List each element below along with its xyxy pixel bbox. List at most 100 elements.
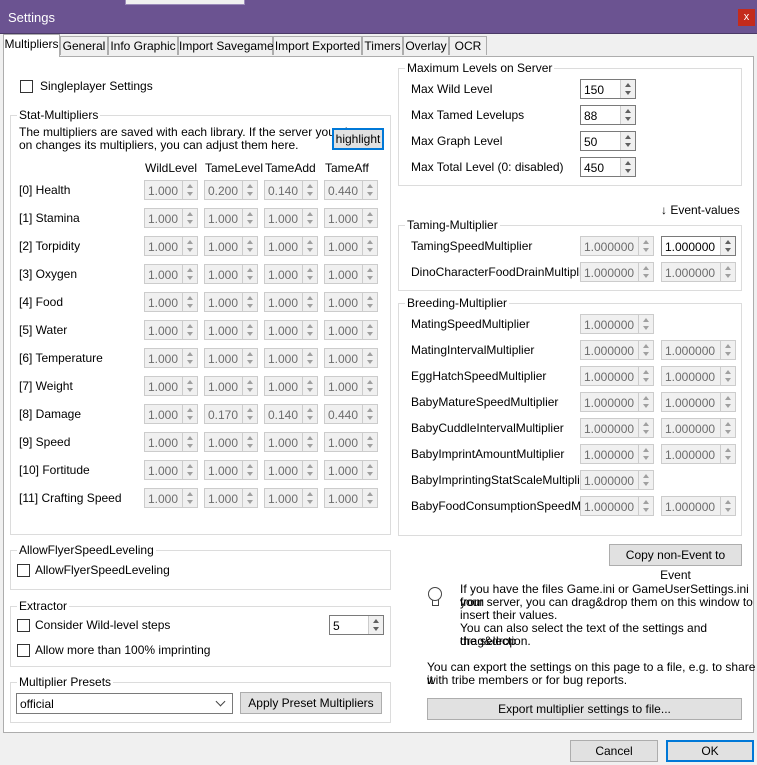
stepper[interactable] <box>182 377 197 395</box>
stat-multiplier-input[interactable]: 1.000 <box>264 320 318 340</box>
stepper[interactable] <box>362 433 377 451</box>
breeding-event-input[interactable]: 1.000000 <box>661 366 736 386</box>
stepper[interactable] <box>302 181 317 199</box>
stepper[interactable] <box>302 349 317 367</box>
stat-multiplier-input[interactable]: 1.000 <box>324 376 378 396</box>
stepper[interactable] <box>302 293 317 311</box>
stepper[interactable] <box>182 321 197 339</box>
close-button[interactable]: x <box>738 9 755 26</box>
breeding-event-input[interactable]: 1.000000 <box>661 392 736 412</box>
stepper[interactable] <box>182 265 197 283</box>
stepper[interactable] <box>638 315 653 333</box>
stepper[interactable] <box>362 265 377 283</box>
stat-multiplier-input[interactable]: 0.200 <box>204 180 258 200</box>
stepper[interactable] <box>720 497 735 515</box>
stat-multiplier-input[interactable]: 1.000 <box>144 404 198 424</box>
preset-select[interactable]: official <box>16 693 233 714</box>
stat-multiplier-input[interactable]: 0.170 <box>204 404 258 424</box>
stepper[interactable] <box>182 209 197 227</box>
breeding-event-input[interactable]: 1.000000 <box>661 418 736 438</box>
taming-multiplier-input[interactable]: 1.000000 <box>580 236 654 256</box>
max-level-input[interactable]: 50 <box>580 131 636 151</box>
stat-multiplier-input[interactable]: 1.000 <box>324 264 378 284</box>
ok-button[interactable]: OK <box>666 740 754 762</box>
apply-preset-button[interactable]: Apply Preset Multipliers <box>240 692 382 714</box>
export-settings-button[interactable]: Export multiplier settings to file... <box>427 698 742 720</box>
stat-multiplier-input[interactable]: 1.000 <box>264 264 318 284</box>
stat-multiplier-input[interactable]: 1.000 <box>204 488 258 508</box>
stepper[interactable] <box>638 367 653 385</box>
stepper[interactable] <box>720 445 735 463</box>
stat-multiplier-input[interactable]: 0.440 <box>324 404 378 424</box>
stepper[interactable] <box>182 433 197 451</box>
stat-multiplier-input[interactable]: 1.000 <box>324 488 378 508</box>
taming-multiplier-input[interactable]: 1.000000 <box>580 262 654 282</box>
stepper[interactable] <box>720 263 735 281</box>
stat-multiplier-input[interactable]: 1.000 <box>324 292 378 312</box>
stat-multiplier-input[interactable]: 1.000 <box>144 208 198 228</box>
copy-non-event-button[interactable]: Copy non-Event to Event <box>609 544 742 582</box>
stepper[interactable] <box>242 181 257 199</box>
stepper[interactable] <box>302 489 317 507</box>
stat-multiplier-input[interactable]: 1.000 <box>144 180 198 200</box>
stepper[interactable] <box>302 433 317 451</box>
stepper[interactable] <box>302 265 317 283</box>
stat-multiplier-input[interactable]: 1.000 <box>324 208 378 228</box>
stepper[interactable] <box>242 265 257 283</box>
stat-multiplier-input[interactable]: 1.000 <box>264 292 318 312</box>
stat-multiplier-input[interactable]: 1.000 <box>204 264 258 284</box>
stat-multiplier-input[interactable]: 1.000 <box>264 432 318 452</box>
max-level-input[interactable]: 450 <box>580 157 636 177</box>
stat-multiplier-input[interactable]: 1.000 <box>264 348 318 368</box>
stat-multiplier-input[interactable]: 1.000 <box>144 292 198 312</box>
stat-multiplier-input[interactable]: 1.000 <box>324 432 378 452</box>
singleplayer-checkbox[interactable] <box>20 80 33 93</box>
stat-multiplier-input[interactable]: 1.000 <box>324 348 378 368</box>
stepper[interactable] <box>362 209 377 227</box>
stat-multiplier-input[interactable]: 1.000 <box>204 208 258 228</box>
wild-level-steps-checkbox[interactable] <box>17 619 30 632</box>
stepper[interactable] <box>638 445 653 463</box>
max-level-input[interactable]: 88 <box>580 105 636 125</box>
stat-multiplier-input[interactable]: 1.000 <box>144 376 198 396</box>
stepper[interactable] <box>242 293 257 311</box>
stat-multiplier-input[interactable]: 1.000 <box>264 488 318 508</box>
stepper[interactable] <box>242 405 257 423</box>
stat-multiplier-input[interactable]: 1.000 <box>144 320 198 340</box>
stepper[interactable] <box>182 405 197 423</box>
breeding-multiplier-input[interactable]: 1.000000 <box>580 340 654 360</box>
stepper[interactable] <box>302 321 317 339</box>
stepper[interactable] <box>638 471 653 489</box>
stepper[interactable] <box>242 349 257 367</box>
imprinting-checkbox[interactable] <box>17 644 30 657</box>
stepper[interactable] <box>182 461 197 479</box>
wild-level-steps-input[interactable]: 5 <box>329 615 384 635</box>
breeding-multiplier-input[interactable]: 1.000000 <box>580 470 654 490</box>
stat-multiplier-input[interactable]: 1.000 <box>144 348 198 368</box>
breeding-event-input[interactable]: 1.000000 <box>661 496 736 516</box>
stepper[interactable] <box>620 132 635 150</box>
stat-multiplier-input[interactable]: 1.000 <box>204 376 258 396</box>
highlight-button[interactable]: highlight <box>332 128 384 150</box>
breeding-event-input[interactable]: 1.000000 <box>661 444 736 464</box>
stepper[interactable] <box>362 377 377 395</box>
stepper[interactable] <box>242 489 257 507</box>
breeding-event-input[interactable]: 1.000000 <box>661 340 736 360</box>
stepper[interactable] <box>242 377 257 395</box>
stat-multiplier-input[interactable]: 1.000 <box>144 264 198 284</box>
tab-timers[interactable]: Timers <box>362 36 403 55</box>
stepper[interactable] <box>720 341 735 359</box>
breeding-multiplier-input[interactable]: 1.000000 <box>580 418 654 438</box>
tab-overlay[interactable]: Overlay <box>403 36 449 55</box>
tab-multipliers[interactable]: Multipliers <box>3 34 60 57</box>
flyer-speed-checkbox[interactable] <box>17 564 30 577</box>
stepper[interactable] <box>362 181 377 199</box>
stat-multiplier-input[interactable]: 1.000 <box>324 460 378 480</box>
stat-multiplier-input[interactable]: 1.000 <box>144 236 198 256</box>
max-level-input[interactable]: 150 <box>580 79 636 99</box>
stepper[interactable] <box>242 461 257 479</box>
stepper[interactable] <box>362 405 377 423</box>
stat-multiplier-input[interactable]: 1.000 <box>204 432 258 452</box>
stepper[interactable] <box>242 237 257 255</box>
stat-multiplier-input[interactable]: 1.000 <box>204 320 258 340</box>
